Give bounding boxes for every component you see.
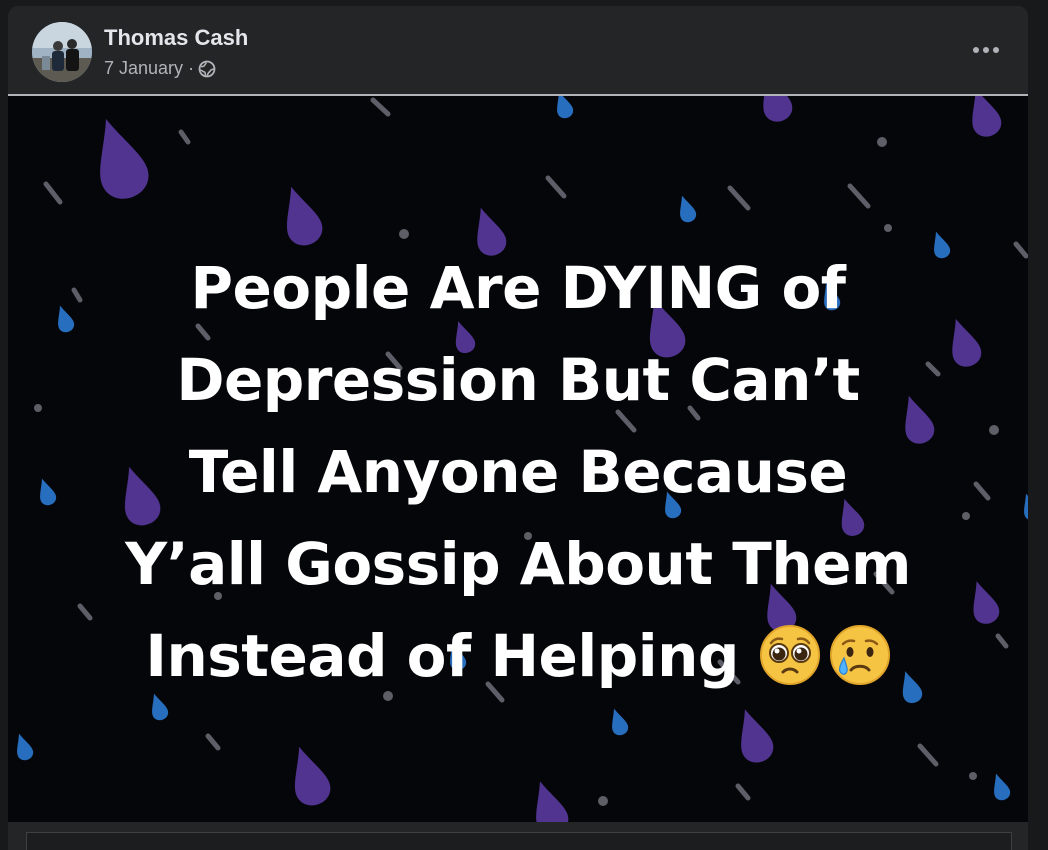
avatar-photo — [32, 22, 92, 82]
post-header: Thomas Cash 7 January · — [8, 6, 1028, 94]
pleading-face-icon — [759, 624, 820, 685]
globe-icon — [198, 60, 216, 78]
post-meta: 7 January · — [104, 58, 216, 79]
post-date[interactable]: 7 January — [104, 58, 183, 79]
meta-separator: · — [188, 58, 195, 78]
footer-panel — [26, 832, 1012, 850]
quote-line: Y’all Gossip About Them — [125, 530, 911, 598]
author-name[interactable]: Thomas Cash — [104, 25, 248, 51]
post-footer — [8, 822, 1028, 850]
quote-text: People Are DYING of Depression But Can’t… — [8, 242, 1028, 702]
quote-line: Depression But Can’t — [176, 346, 860, 414]
quote-line-last: Instead of Helping — [8, 610, 1028, 702]
more-options-button[interactable] — [966, 32, 1006, 68]
post-card: Thomas Cash 7 January · People Are DYING… — [8, 6, 1028, 850]
quote-line: People Are DYING of — [190, 254, 846, 322]
avatar[interactable] — [32, 22, 92, 82]
crying-face-icon — [829, 624, 890, 685]
post-image[interactable]: People Are DYING of Depression But Can’t… — [8, 96, 1028, 822]
more-options-icon — [973, 47, 999, 53]
quote-line: Tell Anyone Because — [188, 438, 848, 506]
quote-line: Instead of Helping — [145, 622, 739, 690]
